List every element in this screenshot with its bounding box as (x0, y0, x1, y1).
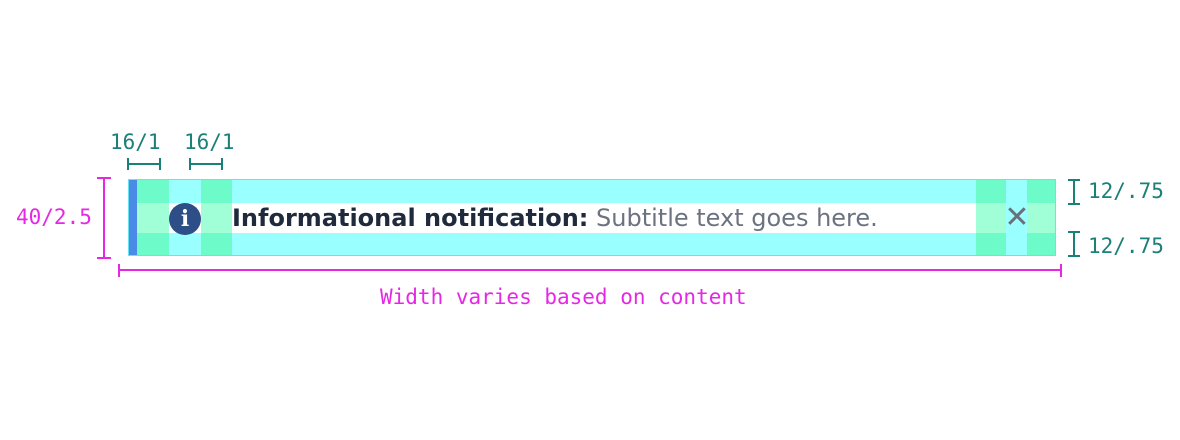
top-padding-label: 12/.75 (1088, 179, 1164, 203)
notification-subtitle: Subtitle text goes here. (596, 204, 878, 232)
bottom-padding-label: 12/.75 (1088, 234, 1164, 258)
bottom-padding-bracket (1068, 231, 1080, 257)
top-padding-bracket (1068, 179, 1080, 205)
height-label: 40/2.5 (16, 205, 92, 229)
left-padding-bracket (127, 158, 161, 170)
notification-title: Informational notification: (232, 204, 589, 232)
height-bracket (97, 177, 111, 259)
close-icon[interactable]: ✕ (1004, 203, 1030, 233)
info-icon: i (169, 203, 201, 235)
width-note: Width varies based on content (380, 285, 747, 309)
notification-message: Informational notification: Subtitle tex… (232, 201, 878, 235)
icon-gap-bracket (189, 158, 223, 170)
width-bracket (118, 264, 1062, 277)
